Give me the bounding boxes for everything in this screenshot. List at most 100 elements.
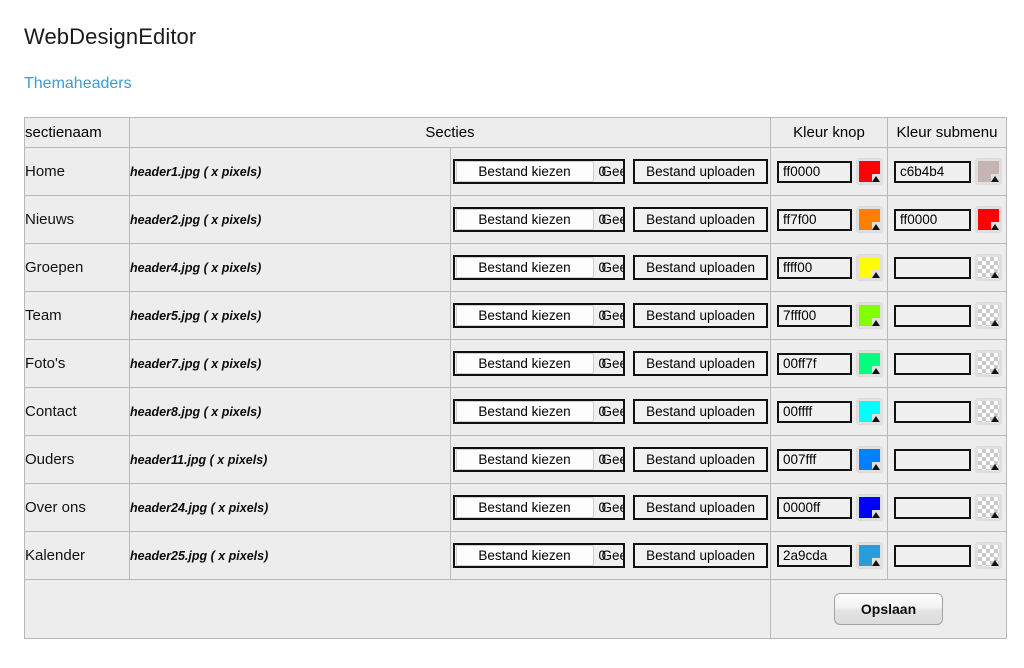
submenu-color-value-input[interactable]	[894, 400, 971, 423]
upload-file-button[interactable]: Bestand uploaden	[633, 207, 768, 232]
submenu-color-swatch-button[interactable]	[976, 159, 1001, 184]
button-color-value-input[interactable]: 7fff00	[777, 304, 852, 327]
button-color-swatch-button[interactable]	[857, 543, 882, 568]
button-color-swatch-button[interactable]	[857, 495, 882, 520]
button-color-value-input[interactable]: 007fff	[777, 448, 852, 471]
submenu-color-swatch-button[interactable]	[976, 495, 1001, 520]
button-color-swatch-button[interactable]	[857, 255, 882, 280]
page-root: WebDesignEditor Themaheaders sectienaam …	[0, 0, 1024, 639]
submenu-color-swatch-button[interactable]	[976, 207, 1001, 232]
upload-file-button[interactable]: Bestand uploaden	[633, 159, 768, 184]
submenu-color-picker: c6b4b4	[888, 155, 1006, 188]
upload-file-button[interactable]: Bestand uploaden	[633, 255, 768, 280]
upload-file-button[interactable]: Bestand uploaden	[633, 495, 768, 520]
submenu-color-value-input[interactable]	[894, 448, 971, 471]
upload-row: Bestand kiezen0Geen bestand gekozenBesta…	[451, 396, 771, 427]
button-color-value-input[interactable]: ffff00	[777, 256, 852, 279]
chevron-down-icon	[991, 512, 999, 518]
submenu-color-value-input[interactable]	[894, 256, 971, 279]
file-input[interactable]: Bestand kiezen 0Geen bestand gekozen	[452, 303, 626, 328]
button-color-swatch-button[interactable]	[857, 351, 882, 376]
themaheaders-link[interactable]: Themaheaders	[24, 73, 1024, 95]
file-status-label: 0Geen bestand gekozen	[598, 404, 624, 419]
submenu-color-picker	[888, 347, 1006, 380]
choose-file-button[interactable]: Bestand kiezen	[455, 401, 594, 422]
upload-controls-cell: Bestand kiezen0Geen bestand gekozenBesta…	[449, 339, 771, 388]
chevron-down-icon	[991, 320, 999, 326]
footer-spacer	[24, 579, 771, 639]
file-status-ghost-glyph: 0	[598, 404, 607, 419]
submenu-color-swatch-button[interactable]	[976, 447, 1001, 472]
upload-file-button[interactable]: Bestand uploaden	[633, 543, 768, 568]
choose-file-button[interactable]: Bestand kiezen	[455, 545, 594, 566]
chevron-down-icon	[991, 176, 999, 182]
submenu-color-swatch-button[interactable]	[976, 255, 1001, 280]
file-input[interactable]: Bestand kiezen 0Geen bestand gekozen	[452, 399, 626, 424]
submenu-color-swatch-button[interactable]	[976, 303, 1001, 328]
submenu-color-value-input[interactable]: c6b4b4	[894, 160, 971, 183]
button-color-value-input[interactable]: 0000ff	[777, 496, 852, 519]
submenu-color-picker	[888, 443, 1006, 476]
submenu-color-value-input[interactable]	[894, 304, 971, 327]
choose-file-button[interactable]: Bestand kiezen	[455, 305, 594, 326]
file-input[interactable]: Bestand kiezen 0Geen bestand gekozen	[452, 447, 626, 472]
upload-file-button[interactable]: Bestand uploaden	[633, 351, 768, 376]
current-image-filename: header8.jpg ( x pixels)	[129, 387, 451, 436]
themaheaders-table: sectienaam Secties Kleur knop Kleur subm…	[24, 117, 1007, 639]
button-color-swatch-button[interactable]	[857, 207, 882, 232]
button-color-value-input[interactable]: 00ffff	[777, 400, 852, 423]
section-name-cell: Home	[24, 147, 130, 196]
chevron-down-icon	[872, 560, 880, 566]
button-color-swatch-button[interactable]	[857, 159, 882, 184]
button-color-cell: 00ffff	[770, 387, 888, 436]
choose-file-button[interactable]: Bestand kiezen	[455, 209, 594, 230]
file-input[interactable]: Bestand kiezen 0Geen bestand gekozen	[452, 351, 626, 376]
submenu-color-value-input[interactable]	[894, 544, 971, 567]
file-input[interactable]: Bestand kiezen 0Geen bestand gekozen	[452, 543, 626, 568]
page-title: WebDesignEditor	[24, 24, 197, 49]
file-input[interactable]: Bestand kiezen 0Geen bestand gekozen	[452, 255, 626, 280]
upload-file-button[interactable]: Bestand uploaden	[633, 399, 768, 424]
button-color-value-input[interactable]: 00ff7f	[777, 352, 852, 375]
submenu-color-value-input[interactable]	[894, 496, 971, 519]
button-color-value-input[interactable]: ff7f00	[777, 208, 852, 231]
file-input[interactable]: Bestand kiezen 0Geen bestand gekozen	[452, 159, 626, 184]
choose-file-button[interactable]: Bestand kiezen	[455, 449, 594, 470]
choose-file-button[interactable]: Bestand kiezen	[455, 161, 594, 182]
submenu-color-swatch-button[interactable]	[976, 351, 1001, 376]
button-color-value-input[interactable]: ff0000	[777, 160, 852, 183]
save-button[interactable]: Opslaan	[833, 593, 944, 625]
button-color-value-input[interactable]: 2a9cda	[777, 544, 852, 567]
choose-file-button[interactable]: Bestand kiezen	[455, 257, 594, 278]
upload-file-button[interactable]: Bestand uploaden	[633, 447, 768, 472]
button-color-cell: ffff00	[770, 243, 888, 292]
submenu-color-swatch-button[interactable]	[976, 399, 1001, 424]
submenu-color-value-input[interactable]	[894, 352, 971, 375]
choose-file-button[interactable]: Bestand kiezen	[455, 353, 594, 374]
file-input[interactable]: Bestand kiezen 0Geen bestand gekozen	[452, 207, 626, 232]
file-status-label: 0Geen bestand gekozen	[599, 260, 624, 275]
button-color-picker: ffff00	[771, 251, 887, 284]
upload-file-button[interactable]: Bestand uploaden	[633, 303, 768, 328]
section-name-cell: Contact	[24, 387, 130, 436]
submenu-color-value-input[interactable]: ff0000	[894, 208, 971, 231]
submenu-color-cell	[887, 435, 1007, 484]
button-color-swatch-button[interactable]	[857, 447, 882, 472]
file-status-ghost-glyph: 0	[598, 500, 607, 515]
table-header-row: sectienaam Secties Kleur knop Kleur subm…	[24, 117, 1007, 148]
submenu-color-picker	[888, 299, 1006, 332]
submenu-color-swatch-button[interactable]	[976, 543, 1001, 568]
file-input[interactable]: Bestand kiezen 0Geen bestand gekozen	[452, 495, 626, 520]
table-row: Home header1.jpg ( x pixels) Bestand kieze…	[24, 147, 1007, 196]
choose-file-button[interactable]: Bestand kiezen	[455, 497, 594, 518]
file-status-label: 0Geen bestand gekozen	[599, 452, 624, 467]
table-row: Ouders header11.jpg ( x pixels) Bestand ki…	[24, 435, 1007, 484]
button-color-swatch-button[interactable]	[857, 399, 882, 424]
column-header-secties: Secties	[129, 117, 771, 148]
current-image-filename: header2.jpg ( x pixels)	[129, 195, 451, 244]
button-color-picker: 00ff7f	[771, 347, 887, 380]
current-image-filename: header11.jpg ( x pixels)	[129, 435, 451, 484]
upload-controls-cell: Bestand kiezen0Geen bestand gekozenBesta…	[449, 147, 771, 196]
file-status-label: 0Geen bestand gekozen	[599, 308, 624, 323]
button-color-swatch-button[interactable]	[857, 303, 882, 328]
